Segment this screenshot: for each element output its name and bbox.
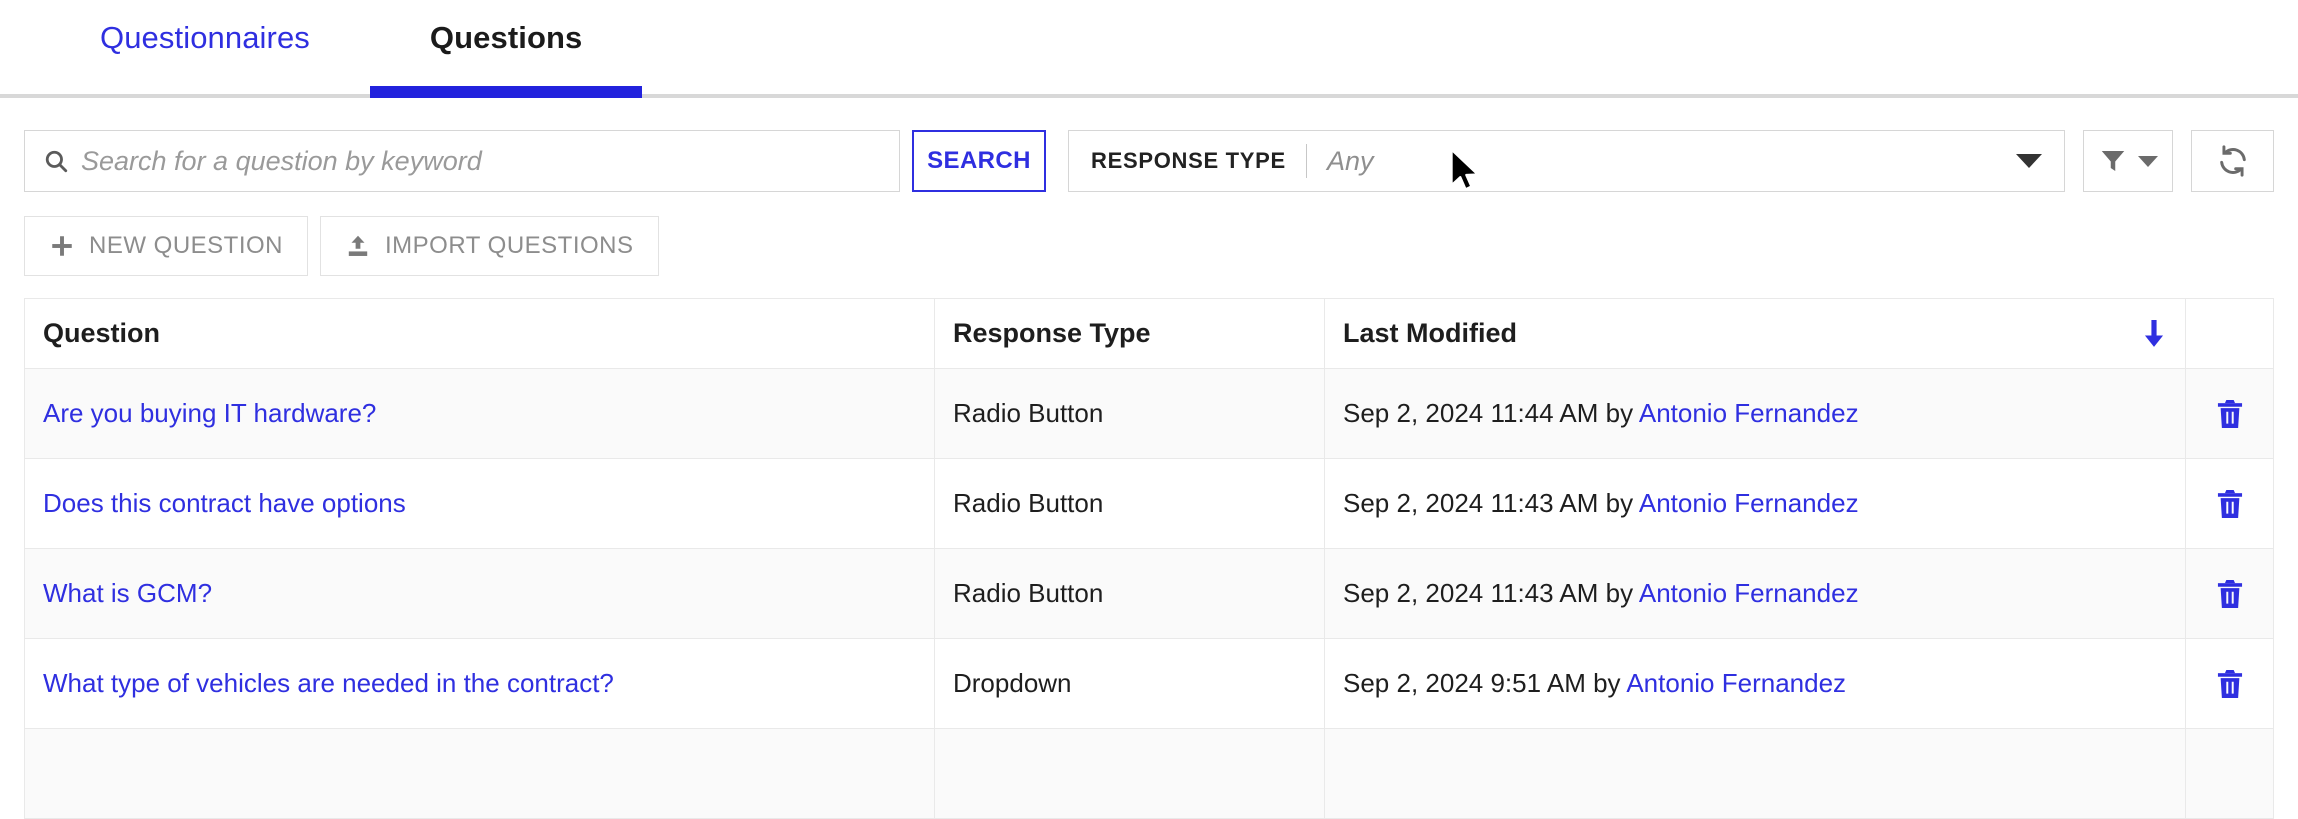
- arrow-down-icon[interactable]: [2143, 319, 2165, 348]
- cell-question: What type of vehicles are needed in the …: [24, 638, 935, 729]
- last-modified-user-link[interactable]: Antonio Fernandez: [1639, 578, 1859, 608]
- refresh-button[interactable]: [2191, 130, 2274, 192]
- trash-icon: [2217, 489, 2242, 518]
- column-header-response-type[interactable]: Response Type: [934, 298, 1325, 369]
- last-modified-date: Sep 2, 2024 11:43 AM by: [1343, 578, 1639, 608]
- cell-response-type: Radio Button: [934, 548, 1325, 639]
- table-row: [24, 728, 2274, 819]
- last-modified-user-link[interactable]: Antonio Fernandez: [1626, 668, 1846, 698]
- trash-icon: [2217, 399, 2242, 428]
- search-toolbar: SEARCH RESPONSE TYPE Any: [0, 98, 2298, 192]
- cell-question: Are you buying IT hardware?: [24, 368, 935, 459]
- cell-actions: [2185, 638, 2274, 729]
- import-questions-label: IMPORT QUESTIONS: [385, 232, 634, 259]
- cell-last-modified: Sep 2, 2024 11:43 AM by Antonio Fernande…: [1324, 548, 2186, 639]
- cell-actions: [2185, 548, 2274, 639]
- search-group: SEARCH: [24, 130, 1046, 192]
- cell-last-modified: Sep 2, 2024 11:43 AM by Antonio Fernande…: [1324, 458, 2186, 549]
- response-type-filter[interactable]: RESPONSE TYPE Any: [1068, 130, 2065, 192]
- question-link[interactable]: What is GCM?: [43, 578, 212, 608]
- table-row: Does this contract have options Radio Bu…: [24, 458, 2274, 549]
- cell-response-type: Radio Button: [934, 458, 1325, 549]
- cell-response-type: [934, 728, 1325, 819]
- column-header-actions: [2185, 298, 2274, 369]
- cell-response-type: Radio Button: [934, 368, 1325, 459]
- chevron-down-icon[interactable]: [2015, 154, 2042, 168]
- new-question-label: NEW QUESTION: [89, 232, 284, 259]
- cell-actions: [2185, 458, 2274, 549]
- delete-row-button[interactable]: [2204, 459, 2255, 548]
- question-link[interactable]: Does this contract have options: [43, 488, 406, 518]
- tab-questions[interactable]: Questions: [369, 0, 643, 98]
- cell-last-modified: Sep 2, 2024 11:44 AM by Antonio Fernande…: [1324, 368, 2186, 459]
- new-question-button[interactable]: NEW QUESTION: [24, 216, 309, 276]
- table-row: What type of vehicles are needed in the …: [24, 638, 2274, 729]
- response-type-label: RESPONSE TYPE: [1091, 148, 1286, 173]
- question-link[interactable]: What type of vehicles are needed in the …: [43, 668, 614, 698]
- tab-list: Questionnaires Questions: [0, 0, 2298, 98]
- cell-actions: [2185, 728, 2274, 819]
- search-input[interactable]: [81, 131, 899, 191]
- trash-icon: [2217, 669, 2242, 698]
- search-icon: [43, 148, 69, 174]
- divider: [1305, 144, 1307, 178]
- last-modified-date: Sep 2, 2024 9:51 AM by: [1343, 668, 1627, 698]
- import-questions-button[interactable]: IMPORT QUESTIONS: [320, 216, 659, 276]
- plus-icon: [49, 233, 75, 259]
- tab-bar: Questionnaires Questions: [0, 0, 2298, 98]
- filter-funnel-icon: [2101, 151, 2125, 171]
- table-row: Are you buying IT hardware? Radio Button…: [24, 368, 2274, 459]
- column-header-response-type-label: Response Type: [953, 318, 1151, 348]
- search-field-container[interactable]: [24, 130, 900, 192]
- column-header-question-label: Question: [43, 318, 161, 348]
- questions-table: Question Response Type Last Modified Are…: [24, 298, 2274, 819]
- last-modified-date: Sep 2, 2024 11:44 AM by: [1343, 398, 1639, 428]
- cell-question: [24, 728, 935, 819]
- tab-questions-label: Questions: [429, 20, 583, 55]
- chevron-down-icon: [2138, 155, 2158, 167]
- cell-actions: [2185, 368, 2274, 459]
- upload-icon: [345, 233, 371, 259]
- last-modified-date: Sep 2, 2024 11:43 AM by: [1343, 488, 1639, 518]
- table-header: Question Response Type Last Modified: [24, 298, 2274, 369]
- column-header-last-modified[interactable]: Last Modified: [1324, 298, 2186, 369]
- last-modified-user-link[interactable]: Antonio Fernandez: [1639, 398, 1859, 428]
- filter-button[interactable]: [2082, 130, 2174, 192]
- trash-icon: [2217, 579, 2242, 608]
- cell-question: What is GCM?: [24, 548, 935, 639]
- delete-row-button[interactable]: [2204, 549, 2255, 638]
- cell-last-modified: Sep 2, 2024 9:51 AM by Antonio Fernandez: [1324, 638, 2186, 729]
- table-body: Are you buying IT hardware? Radio Button…: [24, 368, 2274, 819]
- delete-row-button[interactable]: [2204, 639, 2255, 728]
- cell-response-type: Dropdown: [934, 638, 1325, 729]
- refresh-icon: [2219, 145, 2246, 177]
- tab-questionnaires-label: Questionnaires: [100, 20, 310, 55]
- delete-row-button[interactable]: [2204, 369, 2255, 458]
- table-row: What is GCM? Radio Button Sep 2, 2024 11…: [24, 548, 2274, 639]
- question-link[interactable]: Are you buying IT hardware?: [43, 398, 376, 428]
- column-header-last-modified-label: Last Modified: [1343, 318, 1517, 348]
- tab-questionnaires[interactable]: Questionnaires: [40, 0, 370, 94]
- action-button-row: NEW QUESTION IMPORT QUESTIONS: [0, 192, 2298, 276]
- cell-last-modified: [1324, 728, 2186, 819]
- response-type-value: Any: [1326, 145, 1374, 176]
- questions-table-container: Question Response Type Last Modified Are…: [0, 276, 2298, 819]
- last-modified-user-link[interactable]: Antonio Fernandez: [1639, 488, 1859, 518]
- search-button[interactable]: SEARCH: [912, 130, 1046, 192]
- cell-question: Does this contract have options: [24, 458, 935, 549]
- column-header-question[interactable]: Question: [24, 298, 935, 369]
- table-header-row: Question Response Type Last Modified: [24, 298, 2274, 369]
